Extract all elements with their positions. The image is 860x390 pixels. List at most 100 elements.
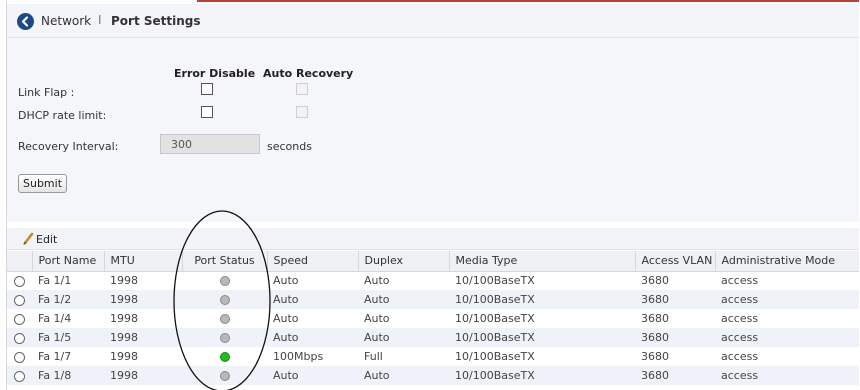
row-select-radio[interactable] [14,294,25,306]
row-select-radio[interactable] [14,370,25,382]
column-header-mtu[interactable]: MTU [103,251,182,272]
status-down-icon [219,371,230,381]
speed-cell: 100Mbps [273,350,324,363]
port-status-cell [182,271,267,290]
administrative-mode-cell: access [715,328,859,347]
administrative-mode-cell: access [721,350,759,363]
table-row[interactable]: Fa 1/4 1998 Auto Auto 10/100BaseTX 3680 access [7,309,859,328]
auto-recovery-header: Auto Recovery [263,67,354,80]
row-select-cell [7,328,32,347]
media-type-cell: 10/100BaseTX [455,312,535,325]
table-toolbar: Edit [7,228,859,250]
table-row[interactable]: Fa 1/2 1998 Auto Auto 10/100BaseTX 3680 access [7,290,859,309]
pencil-icon[interactable] [23,232,34,248]
page-title: Port Settings [111,14,201,28]
mtu-cell: 1998 [104,366,182,385]
recovery-interval-label: Recovery Interval: [18,140,119,153]
row-select-cell [7,309,32,328]
column-header-media-type[interactable]: Media Type [448,251,635,272]
breadcrumb-network[interactable]: Network [41,14,91,28]
dhcp-error-disable-checkbox[interactable] [201,106,213,118]
duplex-cell: Full [364,350,383,363]
row-select-radio[interactable] [14,351,25,363]
status-down-icon [219,333,230,343]
port-name-cell: Fa 1/8 [32,366,104,385]
port-status-cell [182,290,267,309]
port-table-body: Fa 1/1 1998 Auto Auto 10/100BaseTX 3680 access… [7,271,859,385]
submit-button[interactable]: Submit [18,174,67,193]
column-header-administrative-mode[interactable]: Administrative Mode [714,251,859,272]
dhcp-rate-limit-label: DHCP rate limit: [18,109,107,122]
table-header-row: Port Name MTU Port Status Speed Duplex M… [7,251,859,272]
port-status-cell [182,347,267,366]
mtu-cell: 1998 [110,274,138,288]
port-name-cell: Fa 1/7 [38,350,72,363]
column-header-duplex[interactable]: Duplex [357,251,449,272]
back-arrow-icon[interactable] [17,13,34,30]
breadcrumb-separator: I [98,13,102,27]
table-row[interactable]: Fa 1/1 1998 Auto Auto 10/100BaseTX 3680 access [7,271,859,290]
status-down-icon [219,276,230,287]
dhcp-auto-recovery-checkbox [296,106,308,118]
row-select-cell [7,290,32,309]
port-name-cell: Fa 1/5 [32,328,104,347]
mtu-cell: 1998 [104,290,182,309]
port-table: Port Name MTU Port Status Speed Duplex M… [7,251,859,385]
row-select-cell [7,366,32,385]
status-up-icon [219,352,230,362]
link-flap-error-disable-checkbox[interactable] [201,83,213,95]
access-vlan-cell: 3680 [641,350,669,363]
seconds-label: seconds [267,140,312,153]
administrative-mode-cell: access [715,366,859,385]
app-frame: Network I Port Settings Error Disable Au… [6,0,859,390]
administrative-mode-cell: access [715,290,859,309]
administrative-mode-cell: access [721,274,759,288]
error-disable-settings-panel: Error Disable Auto Recovery Link Flap : … [7,38,859,222]
speed-cell: Auto [273,312,299,325]
duplex-cell: Auto [364,274,390,288]
status-down-icon [219,295,230,305]
access-vlan-cell: 3680 [635,328,715,347]
select-column-header [7,251,32,272]
speed-cell: Auto [267,366,358,385]
duplex-cell: Auto [358,290,449,309]
media-type-cell: 10/100BaseTX [449,290,635,309]
media-type-cell: 10/100BaseTX [455,350,535,363]
status-down-icon [219,314,230,324]
port-name-cell: Fa 1/1 [38,274,72,288]
row-select-cell [7,347,32,366]
access-vlan-cell: 3680 [635,366,715,385]
title-bar: Network I Port Settings [7,4,859,38]
duplex-cell: Auto [364,312,390,325]
column-header-speed[interactable]: Speed [266,251,358,272]
column-header-port-name[interactable]: Port Name [31,251,104,272]
edit-button[interactable]: Edit [36,233,57,246]
port-status-cell [182,309,267,328]
recovery-interval-input[interactable] [160,134,260,154]
access-vlan-cell: 3680 [635,290,715,309]
row-select-radio[interactable] [14,332,25,344]
link-flap-label: Link Flap : [18,86,75,99]
column-header-port-status[interactable]: Port Status [181,251,267,272]
port-status-cell [182,366,267,385]
port-status-cell [182,328,267,347]
duplex-cell: Auto [358,328,449,347]
table-row[interactable]: Fa 1/8 1998 Auto Auto 10/100BaseTX 3680 access [7,366,859,385]
column-header-access-vlan[interactable]: Access VLAN [634,251,715,272]
media-type-cell: 10/100BaseTX [449,366,635,385]
speed-cell: Auto [273,274,299,288]
duplex-cell: Auto [358,366,449,385]
mtu-cell: 1998 [110,312,138,325]
table-row[interactable]: Fa 1/5 1998 Auto Auto 10/100BaseTX 3680 access [7,328,859,347]
table-row[interactable]: Fa 1/7 1998 100Mbps Full 10/100BaseTX 3680 acc… [7,347,859,366]
row-select-radio[interactable] [14,313,25,325]
top-accent-bar [197,0,859,2]
mtu-cell: 1998 [104,328,182,347]
row-select-radio[interactable] [14,275,25,287]
row-select-cell [7,271,32,290]
media-type-cell: 10/100BaseTX [449,328,635,347]
access-vlan-cell: 3680 [641,274,669,288]
media-type-cell: 10/100BaseTX [455,274,535,288]
port-name-cell: Fa 1/2 [32,290,104,309]
link-flap-auto-recovery-checkbox [296,83,308,95]
